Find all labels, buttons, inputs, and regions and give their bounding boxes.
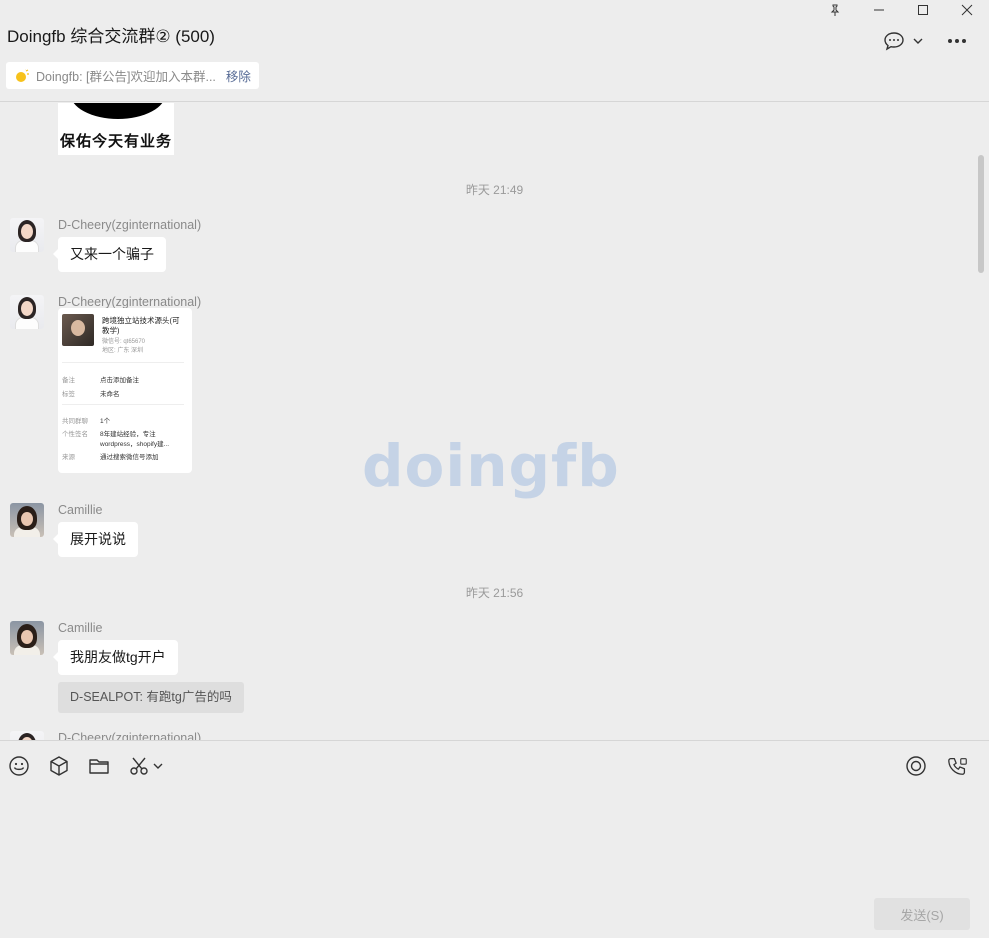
sender-name: Camillie	[58, 503, 103, 517]
group-notice[interactable]: Doingfb: [群公告]欢迎加入本群... 移除	[6, 62, 259, 89]
composer-toolbar	[8, 755, 174, 777]
avatar[interactable]	[10, 621, 44, 655]
scrollbar[interactable]	[978, 155, 984, 273]
sender-name: Camillie	[58, 621, 103, 635]
chat-title[interactable]: Doingfb 综合交流群② (500)	[7, 22, 215, 47]
timestamp: 昨天 21:56	[465, 586, 524, 600]
avatar[interactable]	[10, 295, 44, 329]
notice-remove-link[interactable]: 移除	[226, 66, 251, 85]
more-button[interactable]	[947, 38, 967, 44]
chevron-down-icon	[153, 763, 163, 769]
screenshot-button[interactable]	[128, 755, 174, 777]
target-icon	[906, 756, 926, 776]
card-row: 个性签名 8年建站经验，专注	[62, 431, 156, 438]
card-row: 共同群聊 1个	[62, 418, 111, 425]
sticker-image[interactable]: 保佑今天有业务	[58, 103, 174, 155]
favorites-button[interactable]	[48, 755, 88, 777]
card-row: 来源 通过搜索微信号添加	[62, 454, 159, 461]
chat-menu-button[interactable]	[883, 31, 925, 51]
sender-name: D-Cheery(zginternational)	[58, 295, 202, 309]
emoji-icon	[9, 756, 29, 776]
file-button[interactable]	[88, 755, 128, 777]
cube-icon	[50, 756, 68, 776]
more-icon	[948, 39, 966, 43]
folder-icon	[89, 759, 109, 774]
avatar[interactable]	[10, 731, 44, 740]
card-row: 标签 未命名	[62, 391, 120, 398]
header-actions	[883, 31, 967, 51]
message-bubble[interactable]: 展开说说	[53, 522, 138, 557]
message-bubble[interactable]: 我朋友做tg开户	[53, 640, 178, 675]
composer-toolbar-right	[905, 755, 969, 777]
chat-bubble-icon	[884, 32, 904, 51]
quoted-message[interactable]: D-SEALPOT: 有跑tg广告的吗	[58, 682, 244, 713]
timestamp: 昨天 21:49	[465, 183, 524, 197]
message-bubble[interactable]: 又来一个骗子	[53, 237, 166, 272]
composer[interactable]: 发送(S)	[0, 740, 989, 938]
card-name: 跨境独立站技术源头(可教学)	[102, 316, 180, 335]
sticker-graphic	[70, 103, 166, 119]
sun-icon	[16, 68, 29, 82]
scissors-icon	[130, 757, 148, 775]
card-avatar	[62, 314, 94, 346]
call-button[interactable]	[947, 755, 969, 777]
chevron-down-icon	[913, 38, 923, 44]
avatar[interactable]	[10, 503, 44, 537]
phone-icon	[948, 758, 967, 775]
send-button[interactable]: 发送(S)	[874, 898, 970, 930]
card-sub: 微信号: qt65670 地区: 广东 深圳	[102, 339, 146, 354]
live-button[interactable]	[905, 755, 927, 777]
watermark: doingfb	[362, 432, 620, 500]
avatar[interactable]	[10, 218, 44, 252]
sticker-text: 保佑今天有业务	[59, 133, 172, 150]
sender-name: D-Cheery(zginternational)	[58, 218, 202, 232]
chat-messages[interactable]: 保佑今天有业务 昨天 21:49 D-Cheery(zginternationa…	[0, 103, 989, 740]
contact-card-image[interactable]: 跨境独立站技术源头(可教学) 微信号: qt65670 地区: 广东 深圳 备注点…	[58, 308, 192, 473]
emoji-button[interactable]	[8, 755, 48, 777]
card-row: 备注 点击添加备注	[62, 377, 139, 384]
sender-name: D-Cheery(zginternational)	[58, 731, 202, 740]
chat-header: Doingfb 综合交流群② (500) Doingfb: [群公告]欢迎加入本…	[0, 0, 989, 102]
notice-text: Doingfb: [群公告]欢迎加入本群...	[36, 70, 216, 84]
